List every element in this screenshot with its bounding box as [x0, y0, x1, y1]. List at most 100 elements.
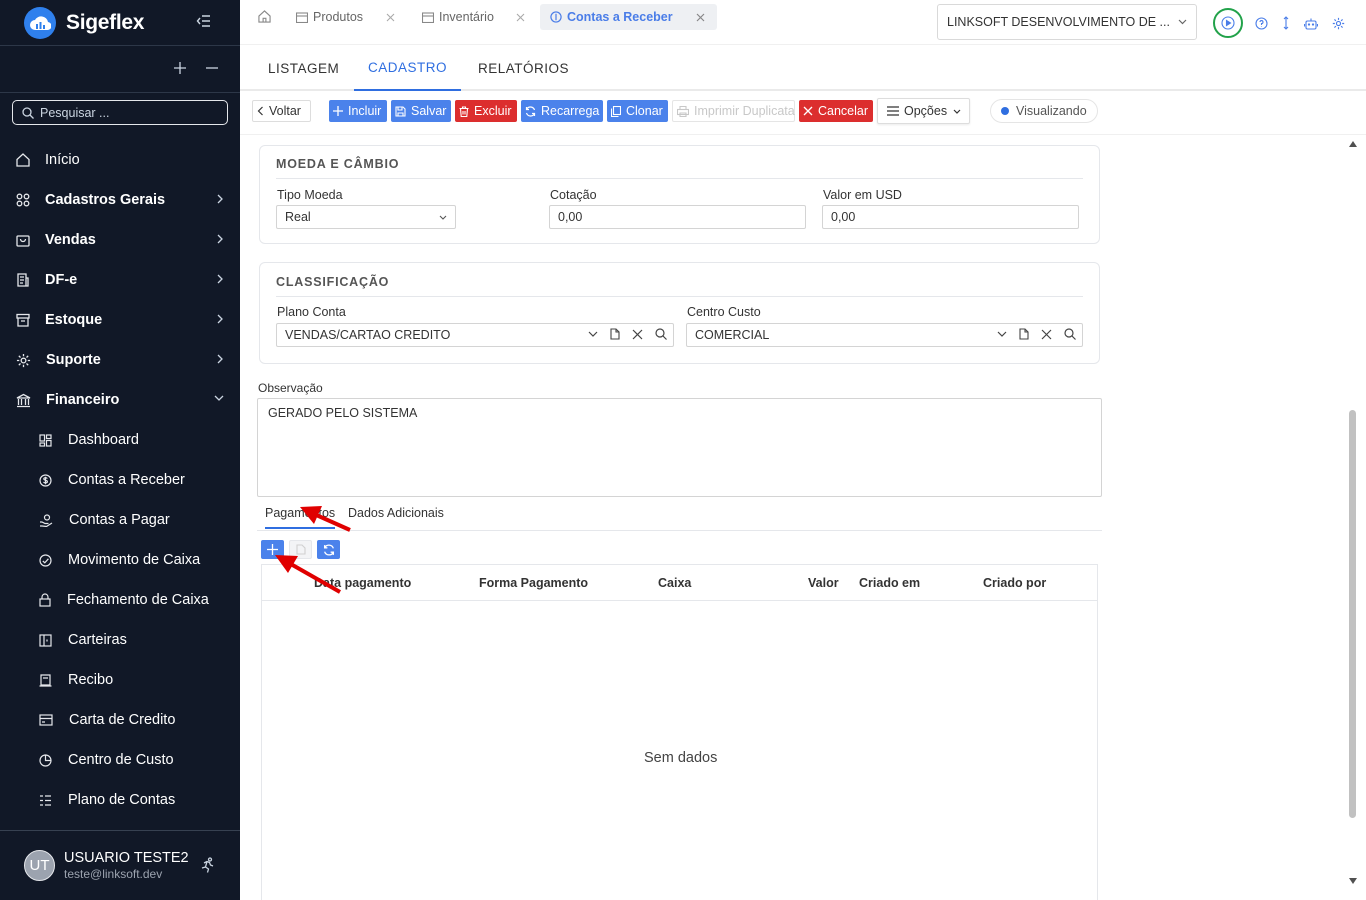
refresh-icon	[525, 105, 536, 117]
sidebar-search[interactable]	[12, 100, 228, 125]
column-header[interactable]: Caixa	[658, 576, 691, 590]
file-icon	[295, 544, 306, 555]
valor-usd-input[interactable]: 0,00	[822, 205, 1079, 229]
tab-cadastro[interactable]: CADASTRO	[354, 45, 462, 91]
sidebar-item-label: DF-e	[45, 272, 78, 288]
cotacao-input[interactable]: 0,00	[549, 205, 806, 229]
file-icon[interactable]	[610, 328, 620, 340]
tab-dados-adicionais[interactable]: Dados Adicionais	[348, 506, 444, 520]
search-input[interactable]	[40, 105, 220, 120]
cancelar-button[interactable]: Cancelar	[799, 100, 873, 122]
chevron-down-icon	[1178, 19, 1187, 25]
refresh-payments-button[interactable]	[317, 540, 340, 559]
close-tab-icon[interactable]	[516, 13, 525, 22]
sidebar-item-cadastros-gerais[interactable]: Cadastros Gerais	[0, 180, 240, 220]
column-header[interactable]: Criado em	[859, 576, 920, 590]
help-icon[interactable]	[1255, 16, 1268, 30]
expand-all-icon[interactable]	[174, 62, 186, 74]
recarrega-button[interactable]: Recarrega	[521, 100, 603, 122]
dashboard-icon	[39, 433, 52, 447]
close-icon	[803, 106, 813, 116]
sidebar-item-centro-de-custo[interactable]: Centro de Custo	[0, 740, 240, 780]
wallet-icon	[39, 633, 52, 647]
field-value: Real	[285, 210, 311, 224]
file-icon[interactable]	[1019, 328, 1029, 340]
sidebar-item-financeiro[interactable]: Financeiro	[0, 380, 240, 420]
close-tab-icon[interactable]	[696, 13, 705, 22]
sidebar-item-recibo[interactable]: Recibo	[0, 660, 240, 700]
observacao-textarea[interactable]: GERADO PELO SISTEMA	[257, 398, 1102, 497]
sidebar-item-estoque[interactable]: Estoque	[0, 300, 240, 340]
opcoes-button[interactable]: Opções	[877, 98, 970, 124]
search-icon[interactable]	[655, 328, 667, 340]
sidebar-item-label: Vendas	[45, 232, 96, 248]
sidebar-item-dashboard[interactable]: Dashboard	[0, 420, 240, 460]
sidebar-item-movimento-de-caixa[interactable]: Movimento de Caixa	[0, 540, 240, 580]
incluir-button[interactable]: Incluir	[329, 100, 387, 122]
scroll-thumb[interactable]	[1349, 410, 1356, 818]
add-payment-button[interactable]	[261, 540, 284, 559]
imprimir-duplicata-button[interactable]: Imprimir Duplicata	[672, 100, 795, 122]
clear-icon[interactable]	[1041, 329, 1052, 340]
tab-relatorios[interactable]: RELATÓRIOS	[478, 45, 569, 91]
sidebar-item-contas-a-pagar[interactable]: Contas a Pagar	[0, 500, 240, 540]
logout-run-icon[interactable]	[200, 857, 216, 873]
scrollbar[interactable]	[1344, 136, 1360, 900]
scroll-up-icon[interactable]	[1349, 141, 1357, 147]
sidebar-item-dfe[interactable]: DF-e	[0, 260, 240, 300]
sidebar-item-label: Contas a Pagar	[69, 512, 170, 528]
search-icon	[22, 106, 34, 119]
sidebar-item-label: Centro de Custo	[68, 752, 174, 768]
sidebar-item-contas-a-receber[interactable]: Contas a Receber	[0, 460, 240, 500]
tab-produtos[interactable]: Produtos	[286, 4, 402, 30]
scroll-down-icon[interactable]	[1349, 878, 1357, 884]
receipt-icon	[39, 673, 52, 687]
robot-icon[interactable]	[1304, 17, 1318, 30]
sidebar-item-vendas[interactable]: Vendas	[0, 220, 240, 260]
home-tab-icon[interactable]	[258, 10, 271, 23]
clear-icon[interactable]	[632, 329, 643, 340]
section-tabs: LISTAGEM CADASTRO RELATÓRIOS	[240, 45, 1366, 91]
salvar-button[interactable]: Salvar	[391, 100, 451, 122]
collapse-sidebar-icon[interactable]	[196, 13, 212, 29]
sidebar-item-inicio[interactable]: Início	[0, 140, 240, 180]
excluir-button[interactable]: Excluir	[455, 100, 517, 122]
tipo-moeda-select[interactable]: Real	[276, 205, 456, 229]
classificacao-panel: CLASSIFICAÇÃO Plano Conta VENDAS/CARTAO …	[259, 262, 1100, 364]
sidebar-item-label: Suporte	[46, 352, 101, 368]
close-tab-icon[interactable]	[386, 13, 395, 22]
vertical-arrows-icon[interactable]	[1283, 16, 1289, 30]
edit-payment-button[interactable]	[289, 540, 312, 559]
search-icon[interactable]	[1064, 328, 1076, 340]
tab-inventario[interactable]: Inventário	[412, 4, 532, 30]
column-header[interactable]: Forma Pagamento	[479, 576, 588, 590]
gear-icon[interactable]	[1332, 17, 1345, 30]
sidebar-item-plano-de-contas[interactable]: Plano de Contas	[0, 780, 240, 820]
plano-conta-select[interactable]: VENDAS/CARTAO CREDITO	[276, 323, 674, 347]
sidebar-item-carta-de-credito[interactable]: Carta de Credito	[0, 700, 240, 740]
sidebar-item-fechamento-de-caixa[interactable]: Fechamento de Caixa	[0, 580, 240, 620]
tab-contas-a-receber[interactable]: Contas a Receber	[540, 4, 717, 30]
column-header[interactable]: Data pagamento	[314, 576, 411, 590]
play-circle-icon[interactable]	[1213, 8, 1243, 38]
sidebar-item-suporte[interactable]: Suporte	[0, 340, 240, 380]
centro-custo-select[interactable]: COMERCIAL	[686, 323, 1083, 347]
column-header[interactable]: Valor	[808, 576, 839, 590]
column-header[interactable]: Criado por	[983, 576, 1046, 590]
imprimir-label: Imprimir Duplicata	[694, 104, 795, 118]
avatar[interactable]: UT	[24, 850, 55, 881]
company-select[interactable]: LINKSOFT DESENVOLVIMENTO DE ...	[937, 4, 1197, 40]
pie-icon	[39, 753, 52, 767]
back-button[interactable]: Voltar	[252, 100, 311, 122]
chevron-down-icon[interactable]	[997, 331, 1007, 337]
chevron-down-icon[interactable]	[588, 331, 598, 337]
tab-listagem[interactable]: LISTAGEM	[268, 45, 339, 91]
chevron-down-icon	[439, 215, 447, 220]
document-icon	[16, 273, 30, 287]
sidebar-item-label: Recibo	[68, 672, 114, 688]
tab-pagamentos[interactable]: Pagamentos	[265, 506, 336, 529]
collapse-all-icon[interactable]	[206, 62, 218, 74]
clonar-button[interactable]: Clonar	[607, 100, 668, 122]
sidebar-item-carteiras[interactable]: Carteiras	[0, 620, 240, 660]
tab-label: Produtos	[313, 10, 364, 24]
